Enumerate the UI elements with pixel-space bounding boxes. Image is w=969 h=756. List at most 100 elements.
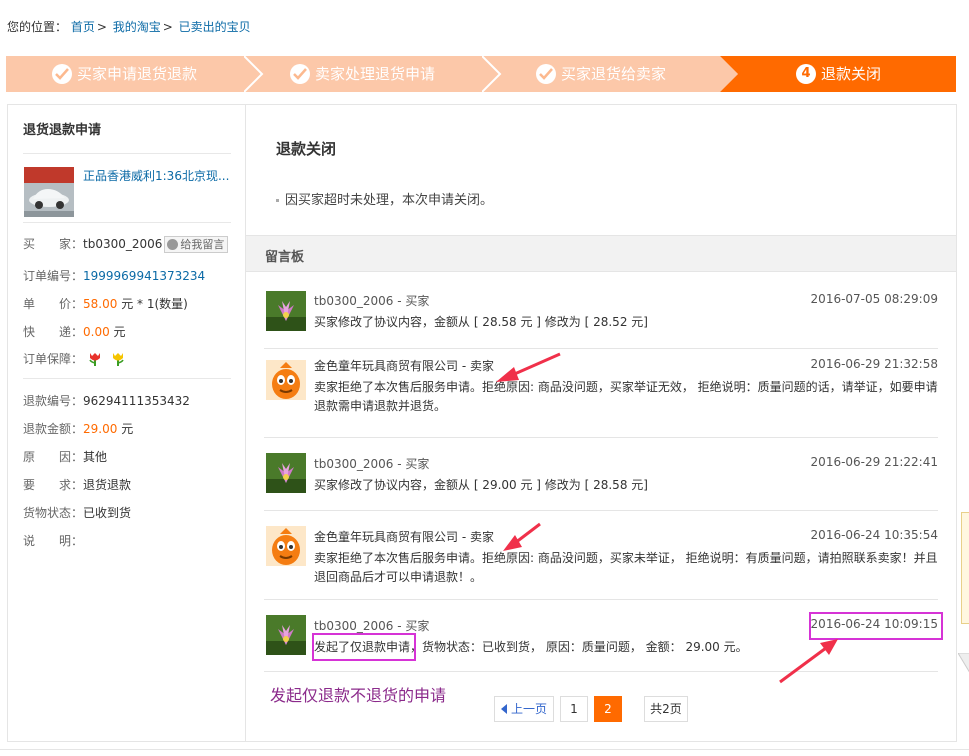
shipping-label: 快 递： [23,325,84,339]
pagination: 上一页 1 2 共2页 [494,696,694,722]
message-board-header: 留言板 [246,235,956,272]
message-time: 2016-06-24 10:35:54 [810,528,938,542]
message-item: tb0300_2006 - 买家 2016-07-05 08:29:09 买家修… [264,283,938,349]
lotus-avatar [266,615,306,655]
step-3-label: 买家退货给卖家 [561,65,667,83]
page-1-button[interactable]: 1 [560,696,588,722]
order-no-label: 订单编号： [23,269,84,283]
message-text-rest: ，货物状态：已收到货， 原因：质量问题， 金额： 29.00 元。 [410,640,748,654]
shipping-suffix: 元 [113,325,126,339]
total-pages: 共2页 [644,696,688,722]
product-thumbnail[interactable] [24,167,74,217]
note-label: 说 明： [23,534,84,548]
lotus-avatar [266,453,306,493]
message-text: 买家修改了协议内容，金额从 [ 29.00 元 ] 修改为 [ 28.58 元] [314,478,648,492]
tulip-red-icon[interactable] [87,351,103,367]
refund-status-note-text: 因买家超时未处理，本次申请关闭。 [285,193,494,208]
refund-amount-label: 退款金额： [23,422,84,436]
message-sender: tb0300_2006 - 买家 [314,619,430,633]
message-text: 卖家拒绝了本次售后服务申请。拒绝原因: 商品没问题，买家未举证， 拒绝说明：有质… [314,551,938,584]
divider [0,749,969,750]
order-no-link[interactable]: 1999969941373234 [83,269,205,283]
order-no-row: 订单编号：1999969941373234 [23,267,205,284]
message-board-title: 留言板 [265,250,305,265]
guarantee-row: 订单保障： [23,350,126,367]
step-2-label: 卖家处理退货申请 [315,65,436,83]
page-2-button[interactable]: 2 [594,696,622,722]
request-row: 要 求：退货退款 [23,476,131,493]
message-icon [167,239,179,250]
price-suffix: 元 * 1(数量) [121,297,188,311]
check-icon [290,64,310,84]
message-sender: tb0300_2006 - 买家 [314,294,430,308]
divider [23,222,231,223]
step-4-label: 退款关闭 [821,65,882,83]
goods-status-label: 货物状态： [23,506,84,520]
mascot-avatar [266,360,306,400]
refund-no-row: 退款编号：96294111353432 [23,392,190,409]
refund-amount-row: 退款金额：29.00 元 [23,420,133,437]
message-sender: tb0300_2006 - 买家 [314,457,430,471]
goods-status-value: 已收到货 [83,506,132,520]
step-4-number: 4 [796,64,816,84]
prev-page-label: 上一页 [510,702,547,716]
reason-value: 其他 [83,450,108,464]
refund-no-value: 96294111353432 [83,394,190,408]
breadcrumb-my-taobao-link[interactable]: 我的淘宝 [113,20,161,34]
leave-message-button[interactable]: 给我留言 [164,236,229,253]
step-3: 买家退货给卖家 [482,56,738,92]
refund-progress-steps: 买家申请退货退款 卖家处理退货申请 买家退货给卖家 4 退款关闭 [6,56,956,92]
lotus-avatar [266,291,306,331]
buyer-name: tb0300_2006 [83,237,163,251]
bullet [276,199,279,202]
message-time: 2016-07-05 08:29:09 [810,292,938,306]
buyer-label: 买 家： [23,237,84,251]
reason-row: 原 因：其他 [23,448,107,465]
message-item: tb0300_2006 - 买家 2016-06-29 21:22:41 买家修… [264,437,938,511]
chevron-icon[interactable] [958,653,969,673]
message-item: 金色童年玩具商贸有限公司 - 卖家 2016-06-24 10:35:54 卖家… [264,510,938,600]
goods-status-row: 货物状态：已收到货 [23,504,131,521]
price-label: 单 价： [23,297,84,311]
breadcrumb-sold-items-link[interactable]: 已卖出的宝贝 [179,20,251,34]
note-row: 说 明： [23,532,83,549]
message-time: 2016-06-29 21:32:58 [810,357,938,371]
refund-info-sidebar: 退货退款申请 正品香港威利1:36北京现... 买 家：tb0300_2006 给… [7,104,246,742]
product-link[interactable]: 正品香港威利1:36北京现... [83,167,229,184]
divider [23,378,231,379]
prev-page-button[interactable]: 上一页 [494,696,554,722]
guarantee-label: 订单保障： [23,352,84,366]
message-time: 2016-06-29 21:22:41 [810,455,938,469]
sidebar-title: 退货退款申请 [23,123,102,138]
check-icon [52,64,72,84]
breadcrumb-prefix: 您的位置： [7,20,68,34]
refund-amount-suffix: 元 [121,422,134,436]
message-sender: 金色童年玩具商贸有限公司 - 卖家 [314,359,494,373]
refund-status-note: 因买家超时未处理，本次申请关闭。 [276,189,493,208]
step-2: 卖家处理退货申请 [244,56,500,92]
buyer-row: 买 家：tb0300_2006 给我留言 [23,235,229,253]
tulip-yellow-icon[interactable] [110,351,126,367]
breadcrumb-home-link[interactable]: 首页 [71,20,95,34]
message-text: 卖家拒绝了本次售后服务申请。拒绝原因: 商品没问题，买家举证无效， 拒绝说明：质… [314,380,938,413]
divider [23,153,231,154]
step-1-label: 买家申请退货退款 [77,65,198,83]
mascot-avatar [266,526,306,566]
refund-detail-panel: 退款关闭 因买家超时未处理，本次申请关闭。 留言板 tb0300_2006 - … [245,104,957,742]
highlight-box [312,633,416,661]
shipping-row: 快 递：0.00 元 [23,323,126,340]
refund-no-label: 退款编号： [23,394,84,408]
message-item: 金色童年玩具商贸有限公司 - 卖家 2016-06-29 21:32:58 卖家… [264,348,938,438]
arrow-left-icon [500,704,507,714]
leave-message-label: 给我留言 [180,238,225,251]
request-value: 退货退款 [83,478,132,492]
price-value: 58.00 [83,297,118,311]
refund-status-title: 退款关闭 [276,140,337,158]
message-text: 买家修改了协议内容，金额从 [ 28.58 元 ] 修改为 [ 28.52 元] [314,315,648,329]
step-4: 4 退款关闭 [720,56,956,92]
highlight-box [809,612,943,640]
floating-side-tab[interactable] [961,512,969,624]
message-sender: 金色童年玩具商贸有限公司 - 卖家 [314,530,494,544]
request-label: 要 求： [23,478,84,492]
reason-label: 原 因： [23,450,84,464]
